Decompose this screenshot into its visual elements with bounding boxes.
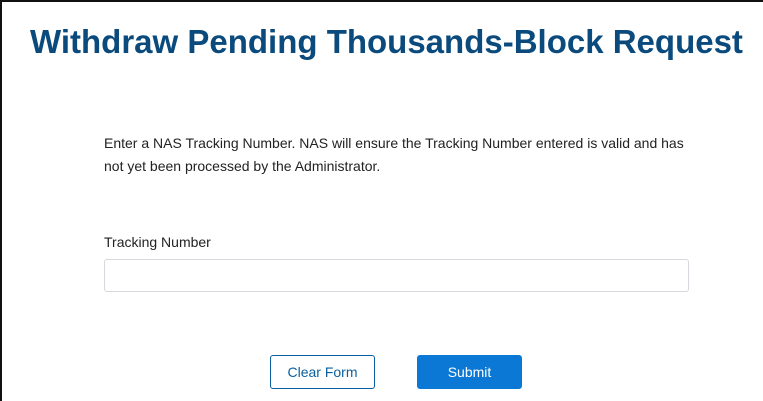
clear-form-button[interactable]: Clear Form (270, 355, 375, 389)
instructions-text: Enter a NAS Tracking Number. NAS will en… (104, 135, 684, 174)
page-frame: Withdraw Pending Thousands-Block Request… (0, 0, 763, 401)
submit-button[interactable]: Submit (417, 355, 522, 389)
tracking-number-label: Tracking Number (104, 234, 211, 250)
page-title: Withdraw Pending Thousands-Block Request (30, 23, 743, 60)
tracking-number-input[interactable] (104, 259, 689, 292)
